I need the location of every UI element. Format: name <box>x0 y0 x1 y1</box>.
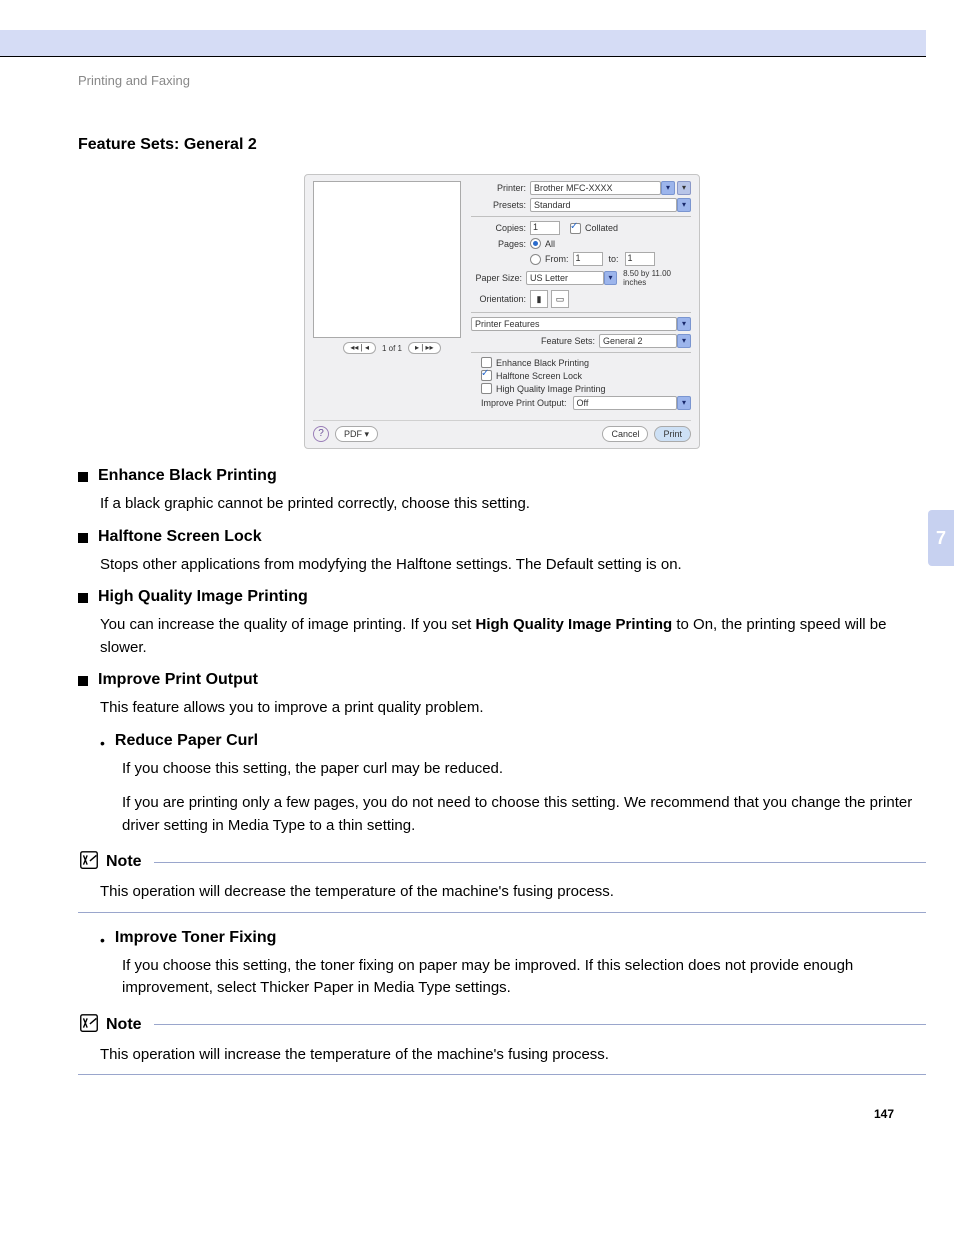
note-divider <box>78 912 926 913</box>
pages-range-radio[interactable] <box>530 254 541 265</box>
featuresets-label: Feature Sets: <box>541 336 599 346</box>
pages-label: Pages: <box>471 239 530 249</box>
subitem-body: If you choose this setting, the paper cu… <box>122 758 926 781</box>
collated-label: Collated <box>585 223 618 233</box>
print-button[interactable]: Print <box>654 426 691 442</box>
enhance-black-checkbox[interactable] <box>481 357 492 368</box>
dropdown-icon[interactable]: ▾ <box>604 271 617 285</box>
item-title: Enhance Black Printing <box>98 467 277 485</box>
square-bullet-icon <box>78 676 88 686</box>
square-bullet-icon <box>78 472 88 482</box>
item-title: Halftone Screen Lock <box>98 528 262 546</box>
running-header: Printing and Faxing <box>78 73 926 88</box>
halftone-lock-checkbox[interactable] <box>481 370 492 381</box>
pdf-menu-button[interactable]: PDF ▾ <box>335 426 378 442</box>
print-preview <box>313 181 461 338</box>
pages-to-label: to: <box>603 254 625 264</box>
dropdown-icon[interactable]: ▾ <box>677 334 691 348</box>
panel-select[interactable]: Printer Features <box>471 317 677 331</box>
preview-next-button[interactable]: ▸ | ▸▸ <box>408 342 441 354</box>
bullet-dot-icon: • <box>100 933 105 947</box>
improve-output-select[interactable]: Off <box>573 396 677 410</box>
dropdown-icon[interactable]: ▾ <box>677 317 691 331</box>
orientation-landscape-button[interactable]: ▭ <box>551 290 569 308</box>
collated-checkbox[interactable] <box>570 223 581 234</box>
subitem-title: Improve Toner Fixing <box>115 929 277 947</box>
note-divider <box>154 862 926 863</box>
item-title: Improve Print Output <box>98 671 258 689</box>
note-divider <box>154 1024 926 1025</box>
copies-label: Copies: <box>471 223 530 233</box>
dropdown-icon[interactable]: ▾ <box>661 181 675 195</box>
preview-prev-button[interactable]: ◂◂ | ◂ <box>343 342 376 354</box>
item-body: If a black graphic cannot be printed cor… <box>100 493 926 516</box>
subitem-body: If you choose this setting, the toner fi… <box>122 955 926 1000</box>
top-accent-bar <box>0 30 926 56</box>
presets-label: Presets: <box>471 200 530 210</box>
chapter-tab: 7 <box>928 510 954 566</box>
papersize-label: Paper Size: <box>471 273 526 283</box>
print-dialog: ◂◂ | ◂ 1 of 1 ▸ | ▸▸ Printer: Brother MF… <box>304 174 700 449</box>
note-label: Note <box>106 1016 142 1034</box>
pages-to-input[interactable]: 1 <box>625 252 655 266</box>
note-label: Note <box>106 853 142 871</box>
orientation-portrait-button[interactable]: ▮ <box>530 290 548 308</box>
improve-output-label: Improve Print Output: <box>481 398 573 408</box>
preview-page-indicator: 1 of 1 <box>382 344 402 353</box>
subitem-body: If you are printing only a few pages, yo… <box>122 792 926 837</box>
page-number: 147 <box>874 1107 894 1121</box>
item-title: High Quality Image Printing <box>98 588 308 606</box>
printer-info-button[interactable]: ▾ <box>677 181 691 195</box>
pages-from-input[interactable]: 1 <box>573 252 603 266</box>
note-icon <box>78 1012 100 1038</box>
square-bullet-icon <box>78 593 88 603</box>
printer-select[interactable]: Brother MFC-XXXX <box>530 181 661 195</box>
note-body: This operation will decrease the tempera… <box>100 881 926 904</box>
papersize-dims: 8.50 by 11.00 inches <box>617 269 691 287</box>
papersize-select[interactable]: US Letter <box>526 271 604 285</box>
square-bullet-icon <box>78 533 88 543</box>
bullet-dot-icon: • <box>100 736 105 750</box>
hq-image-checkbox[interactable] <box>481 383 492 394</box>
help-button[interactable]: ? <box>313 426 329 442</box>
item-body: Stops other applications from modyfying … <box>100 554 926 577</box>
orientation-label: Orientation: <box>471 294 530 304</box>
item-body: This feature allows you to improve a pri… <box>100 697 926 720</box>
cancel-button[interactable]: Cancel <box>602 426 648 442</box>
pages-from-label: From: <box>545 254 569 264</box>
section-title: Feature Sets: General 2 <box>78 136 926 154</box>
note-block: Note This operation will increase the te… <box>78 1012 926 1076</box>
content-area: Printing and Faxing Feature Sets: Genera… <box>0 57 954 1151</box>
featuresets-select[interactable]: General 2 <box>599 334 677 348</box>
item-body: You can increase the quality of image pr… <box>100 614 926 659</box>
printer-label: Printer: <box>471 183 530 193</box>
note-icon <box>78 849 100 875</box>
presets-select[interactable]: Standard <box>530 198 677 212</box>
dropdown-icon[interactable]: ▾ <box>677 198 691 212</box>
page: Printing and Faxing Feature Sets: Genera… <box>0 30 954 1151</box>
subitem-title: Reduce Paper Curl <box>115 732 258 750</box>
note-block: Note This operation will decrease the te… <box>78 849 926 913</box>
pages-all-label: All <box>545 239 555 249</box>
pages-all-radio[interactable] <box>530 238 541 249</box>
note-divider <box>78 1074 926 1075</box>
dropdown-icon[interactable]: ▾ <box>677 396 691 410</box>
copies-input[interactable]: 1 <box>530 221 560 235</box>
note-body: This operation will increase the tempera… <box>100 1044 926 1067</box>
